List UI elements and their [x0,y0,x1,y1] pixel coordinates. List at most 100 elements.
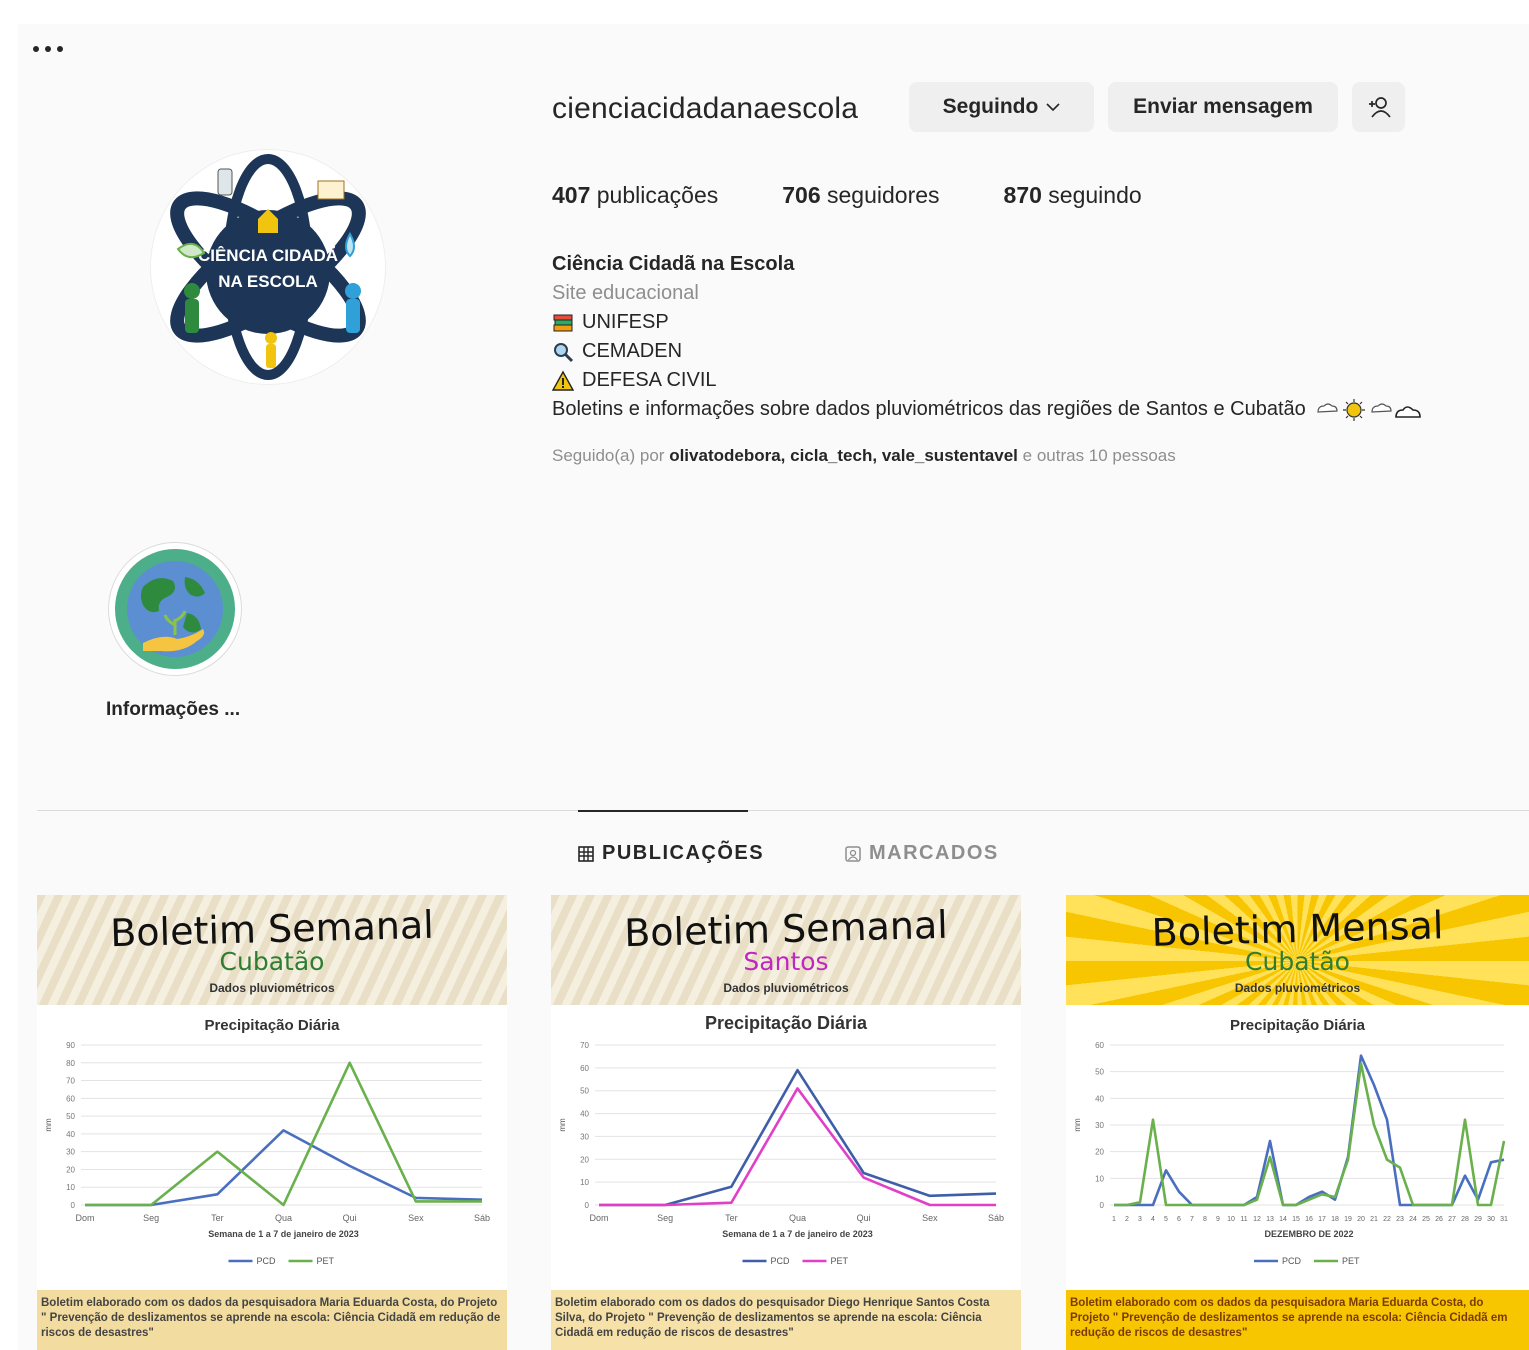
warning-icon [552,370,574,391]
chart-legend-label: PCD [1282,1256,1302,1266]
chart-x-tick: Seg [657,1213,673,1223]
post-subtitle-small: Dados pluviométricos [1234,981,1361,995]
chart-x-tick: Sex [408,1213,424,1223]
following-button[interactable]: Seguindo [909,82,1094,132]
precipitation-chart: 0 10 20 30 40 50 60 70 80 90 mm Dom Seg Ter Qua Qui Sex S… [44,1041,490,1266]
followed-by-prefix: Seguido(a) por [552,446,665,465]
post-footer: Boletim elaborado com os dados do pesqui… [551,1290,1021,1350]
post-footer: Boletim elaborado com os dados da pesqui… [37,1290,507,1350]
chart-x-tick: Qua [789,1213,806,1223]
bio-line-1: UNIFESP [582,311,669,333]
post-subtitle-small: Dados pluviométricos [723,981,849,995]
chart-x-tick: 24 [1409,1216,1417,1223]
chart-x-tick: 29 [1474,1216,1482,1223]
chart-x-tick: Seg [143,1213,159,1223]
story-highlight[interactable] [108,542,242,676]
chart-x-tick: 31 [1500,1216,1508,1223]
followed-by-user-1[interactable]: olivatodebora, [669,446,785,465]
chart-legend-label: PCD [257,1256,277,1266]
chart-y-label: mm [1073,1118,1082,1132]
profile-avatar[interactable]: CIÊNCIA CIDADÃ NA ESCOLA [150,149,386,385]
chart-y-tick: 20 [66,1165,75,1174]
tab-tagged[interactable]: MARCADOS [845,842,999,865]
chart-y-tick: 90 [66,1041,75,1050]
post-tile[interactable]: Boletim Mensal Cubatão Dados pluviométri… [1066,895,1529,1350]
followed-by-suffix: e outras 10 pessoas [1022,446,1176,465]
chart-legend-label: PET [831,1256,849,1266]
chart-x-tick: 7 [1190,1216,1194,1223]
chart-title: Precipitação Diária [704,1013,868,1033]
followed-by-user-2[interactable]: cicla_tech, [790,446,877,465]
chart-series-line [1114,1062,1506,1207]
chart-x-tick: 22 [1383,1216,1391,1223]
post-chart-area: Precipitação Diária 0 10 20 30 40 50 60 70 mm Dom… [551,1005,1021,1290]
chart-x-tick: 25 [1422,1216,1430,1223]
earth-hand-icon [115,549,235,669]
followers-count-value: 706 [782,182,821,208]
avatar-logo: CIÊNCIA CIDADÃ NA ESCOLA [168,154,368,380]
bio-line-defesa: DEFESA CIVIL [552,366,1424,395]
posts-count-label: publicações [596,182,719,208]
posts-count-value: 407 [552,182,591,208]
post-header: Boletim Semanal Cubatão Dados pluviométr… [37,895,507,1005]
post-tile[interactable]: Boletim Semanal Santos Dados pluviométri… [551,895,1021,1350]
followers-count[interactable]: 706 seguidores [782,182,939,209]
followed-by-user-3[interactable]: vale_sustentavel [882,446,1018,465]
chart-x-tick: Qui [343,1213,357,1223]
add-user-icon [1368,97,1391,118]
chart-x-tick: 23 [1396,1216,1404,1223]
chart-x-tick: 8 [1203,1216,1207,1223]
chart-x-tick: 4 [1151,1216,1155,1223]
post-tile[interactable]: Boletim Semanal Cubatão Dados pluviométr… [37,895,507,1350]
chart-y-label: mm [44,1118,53,1132]
chart-y-tick: 50 [580,1087,589,1096]
avatar-text-1: CIÊNCIA CIDADÃ [198,245,338,265]
chart-x-tick: 26 [1435,1216,1443,1223]
chart-y-tick: 60 [1095,1041,1104,1050]
more-dot-icon [57,46,63,52]
story-highlight-label: Informações ... [106,699,241,720]
chart-x-tick: 18 [1331,1216,1339,1223]
chart-y-tick: 20 [580,1155,589,1164]
chart-x-tick: 12 [1253,1216,1261,1223]
suggest-users-button[interactable] [1352,82,1405,132]
chart-y-tick: 0 [585,1201,590,1210]
chart-legend-label: PET [317,1256,335,1266]
chart-x-tick: 11 [1240,1216,1247,1223]
bio-line-unifesp: UNIFESP [552,308,1424,337]
chart-x-label: Semana de 1 a 7 de janeiro de 2023 [722,1229,873,1239]
post-subtitle: Santos [743,947,829,976]
chart-x-tick: Sáb [988,1213,1004,1223]
post-footer: Boletim elaborado com os dados da pesqui… [1066,1290,1529,1350]
send-message-button[interactable]: Enviar mensagem [1108,82,1338,132]
tab-tagged-label: MARCADOS [869,842,999,864]
followed-by[interactable]: Seguido(a) por olivatodebora, cicla_tech… [552,446,1176,466]
bio-line-cemaden: CEMADEN [552,337,1424,366]
chart-x-tick: Sáb [474,1213,490,1223]
chart-y-tick: 30 [66,1148,75,1157]
following-count[interactable]: 870 seguindo [1004,182,1142,209]
tab-posts[interactable]: PUBLICAÇÕES [578,842,764,865]
chart-x-tick: 3 [1138,1216,1142,1223]
more-dot-icon [33,46,39,52]
following-button-label: Seguindo [942,95,1039,118]
chart-y-label: mm [558,1118,567,1132]
profile-full-name: Ciência Cidadã na Escola [552,253,795,275]
profile-stats: 407 publicações 706 seguidores 870 segui… [552,182,1206,209]
chart-x-tick: 2 [1125,1216,1129,1223]
post-subtitle: Cubatão [219,947,325,976]
chart-y-tick: 30 [580,1132,589,1141]
bio-line-3: DEFESA CIVIL [582,369,717,391]
chart-x-tick: 15 [1292,1216,1300,1223]
chart-x-tick: Qui [857,1213,871,1223]
chart-title: Precipitação Diária [204,1017,340,1034]
chart-x-tick: 14 [1279,1216,1287,1223]
chart-x-tick: 16 [1305,1216,1313,1223]
more-options-button[interactable] [18,24,78,74]
chevron-down-icon [1046,103,1060,112]
following-count-value: 870 [1003,182,1042,208]
chart-y-tick: 40 [580,1110,589,1119]
more-dot-icon [45,46,51,52]
chart-title: Precipitação Diária [1229,1017,1366,1034]
bio-line-description: Boletins e informações sobre dados pluvi… [552,395,1424,424]
